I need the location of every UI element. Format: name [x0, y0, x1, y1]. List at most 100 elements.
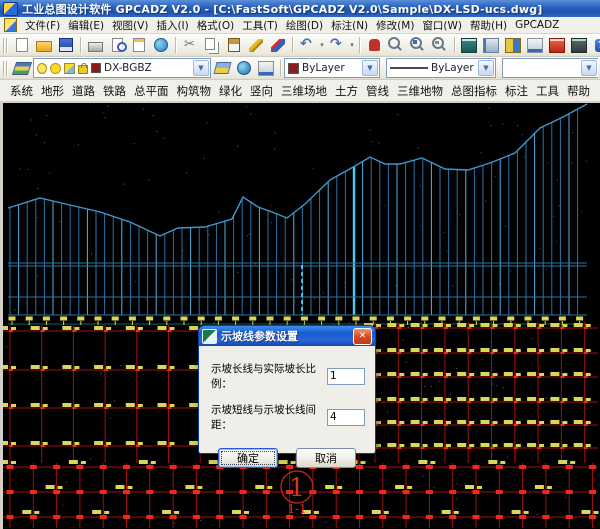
lineweight-combo-dropdown[interactable]: ▼: [581, 60, 597, 76]
cut-icon: [183, 39, 197, 52]
designcenter-icon: [483, 38, 499, 53]
linetype-combo-value: ByLayer: [431, 62, 474, 74]
spacing-field-label: 示坡短线与示坡长线间距：: [211, 402, 327, 432]
zoom-realtime-button[interactable]: [385, 35, 407, 56]
quickcalc-icon: [571, 38, 587, 53]
gpcadz-menu-bar: 系统地形道路铁路总平面构筑物绿化竖向三维场地土方管线三维地物总图指标标注工具帮助: [0, 80, 600, 102]
undo-dropdown[interactable]: ▾: [318, 41, 326, 49]
standard-toolbar: ▾▾ 二维草图与注: [0, 34, 600, 57]
publish-button[interactable]: [128, 35, 150, 56]
gpcadz-menu-item[interactable]: 构筑物: [173, 81, 216, 101]
plot-button[interactable]: [84, 35, 106, 56]
gpcadz-menu-item[interactable]: 绿化: [215, 81, 246, 101]
open-button[interactable]: [33, 35, 55, 56]
menu-item[interactable]: 帮助(H): [466, 17, 511, 34]
gpcadz-menu-item[interactable]: 三维场地: [277, 81, 331, 101]
menu-item[interactable]: 窗口(W): [418, 17, 466, 34]
undo-button[interactable]: [296, 35, 318, 56]
save-button[interactable]: [55, 35, 77, 56]
color-combo[interactable]: ByLayer ▼: [284, 58, 380, 78]
markup-manager-button[interactable]: [546, 35, 568, 56]
gpcadz-menu-item[interactable]: 道路: [68, 81, 99, 101]
match-properties-button[interactable]: [245, 35, 267, 56]
color-combo-dropdown[interactable]: ▼: [362, 60, 378, 76]
menu-item[interactable]: 绘图(D): [282, 17, 327, 34]
designcenter-button[interactable]: [480, 35, 502, 56]
layer-update-button[interactable]: [233, 58, 255, 79]
copy-icon: [205, 38, 215, 50]
redo-button[interactable]: [326, 35, 348, 56]
gpcadz-menu-item[interactable]: 地形: [37, 81, 68, 101]
linetype-combo[interactable]: ByLayer ▼: [386, 58, 496, 78]
new-icon: [16, 38, 28, 52]
color-combo-value: ByLayer: [302, 62, 345, 74]
publish-icon: [133, 38, 145, 52]
menu-item[interactable]: 文件(F): [21, 17, 64, 34]
lineweight-combo[interactable]: ▼: [502, 58, 598, 78]
menu-item[interactable]: 编辑(E): [64, 17, 108, 34]
menu-item[interactable]: GPCADZ: [511, 18, 563, 32]
zoom-previous-button[interactable]: [429, 35, 451, 56]
tool-palettes-icon: [505, 38, 521, 53]
gpcadz-menu-item[interactable]: 系统: [6, 81, 37, 101]
menu-item[interactable]: 修改(M): [372, 17, 418, 34]
quickcalc-button[interactable]: [568, 35, 590, 56]
title-bar[interactable]: 工业总图设计软件 GPCADZ V2.0 - [C:\FastSoft\GPCA…: [0, 0, 600, 17]
cut-button[interactable]: [179, 35, 201, 56]
document-icon[interactable]: [4, 18, 17, 32]
gpcadz-menu-item[interactable]: 总平面: [130, 81, 173, 101]
toolbar-grip[interactable]: [3, 61, 8, 76]
linetype-combo-dropdown[interactable]: ▼: [478, 60, 494, 76]
menu-item[interactable]: 视图(V): [108, 17, 152, 34]
svg-text:1: 1: [289, 473, 305, 502]
gpcadz-menu-item[interactable]: 工具: [532, 81, 563, 101]
layer-previous-button[interactable]: [255, 58, 277, 79]
gpcadz-menu-item[interactable]: 标注: [501, 81, 532, 101]
help-button[interactable]: [590, 35, 600, 56]
ratio-input[interactable]: [327, 368, 365, 385]
web-publish-button[interactable]: [150, 35, 172, 56]
new-button[interactable]: [11, 35, 33, 56]
gpcadz-menu-item[interactable]: 三维地物: [393, 81, 447, 101]
paste-button[interactable]: [223, 35, 245, 56]
layer-combo[interactable]: DX-BGBZ ▼: [33, 58, 211, 78]
dialog-title: 示坡线参数设置: [221, 328, 298, 344]
tool-palettes-button[interactable]: [502, 35, 524, 56]
menu-item[interactable]: 工具(T): [238, 17, 282, 34]
make-layer-current-button[interactable]: [211, 58, 233, 79]
gpcadz-menu-item[interactable]: 管线: [362, 81, 393, 101]
pan-button[interactable]: [363, 35, 385, 56]
cancel-button[interactable]: 取消: [296, 448, 356, 468]
spacing-input[interactable]: [327, 409, 365, 426]
gpcadz-menu-item[interactable]: 总图指标: [447, 81, 501, 101]
copy-button[interactable]: [201, 35, 223, 56]
properties-button[interactable]: [458, 35, 480, 56]
layer-manager-button[interactable]: [11, 58, 33, 79]
gpcadz-menu-item[interactable]: 帮助: [563, 81, 594, 101]
sheetset-manager-icon: [527, 38, 543, 53]
layers-toolbar: DX-BGBZ ▼ ByLayer ▼ ByLayer ▼ ▼: [0, 57, 600, 80]
zoom-window-button[interactable]: [407, 35, 429, 56]
match-properties-icon: [249, 39, 263, 52]
ok-button[interactable]: 确定: [218, 448, 278, 468]
app-icon: [3, 2, 18, 16]
toolbar-separator: [80, 37, 81, 53]
format-painter-button[interactable]: [267, 35, 289, 56]
menu-item[interactable]: 标注(N): [327, 17, 372, 34]
redo-dropdown[interactable]: ▾: [348, 41, 356, 49]
gpcadz-menu-item[interactable]: 铁路: [99, 81, 130, 101]
toolbar-separator: [280, 60, 281, 76]
menu-item[interactable]: 格式(O): [193, 17, 238, 34]
layer-combo-dropdown[interactable]: ▼: [193, 60, 209, 76]
sheetset-manager-button[interactable]: [524, 35, 546, 56]
menu-item[interactable]: 插入(I): [152, 17, 192, 34]
gpcadz-menu-item[interactable]: 竖向: [246, 81, 277, 101]
gpcadz-menu-item[interactable]: 土方: [331, 81, 362, 101]
dialog-icon: [202, 329, 217, 344]
toolbar-separator: [175, 37, 176, 53]
plot-preview-button[interactable]: [106, 35, 128, 56]
dialog-title-bar[interactable]: 示坡线参数设置 ✕: [199, 326, 375, 346]
toolbar-grip[interactable]: [3, 38, 8, 53]
dialog-buttons: 确定 取消: [199, 448, 375, 468]
dialog-close-button[interactable]: ✕: [353, 328, 372, 345]
